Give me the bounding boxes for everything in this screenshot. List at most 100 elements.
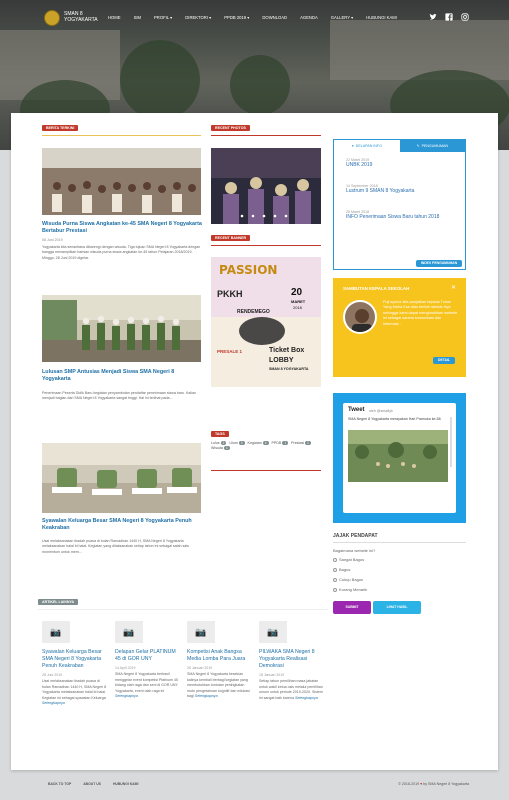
facebook-icon[interactable] <box>445 13 453 21</box>
tag-item[interactable]: Prestasi 2 <box>291 441 311 445</box>
announcement-title[interactable]: INFO Penerimaan Siswa Baru tahun 2018 <box>346 214 461 220</box>
welcome-title: SAMBUTAN KEPALA SEKOLAH <box>343 286 410 291</box>
camera-icon: 📷 <box>259 621 287 643</box>
poll-option[interactable]: Cukup Bagus <box>333 575 466 585</box>
tag-item[interactable]: Lulus 2 <box>211 441 227 445</box>
banner-title: PASSION <box>219 263 278 277</box>
option-label: Sangat Bagus <box>339 557 365 562</box>
announcement-item[interactable]: 14 September 2018 Lustrum 9 SMAN 8 Yogya… <box>346 184 461 194</box>
tag-item[interactable]: Ulum 3 <box>229 441 245 445</box>
article-excerpt: Usai melaksanakan ibadah puasa di bulan … <box>42 679 108 707</box>
post-title[interactable]: Wisuda Purna Siswa Angkatan ke-45 SMA Ne… <box>42 221 202 235</box>
tab-label: DELAPAN INFO <box>355 144 382 148</box>
event-banner[interactable]: PASSION PKKH 20 MARET 2018 RENDEMEGO PRE… <box>211 257 321 387</box>
post-image[interactable] <box>42 148 201 215</box>
instagram-icon[interactable] <box>461 13 469 21</box>
detail-button[interactable]: DETAIL <box>433 357 455 364</box>
section-rule <box>211 135 321 136</box>
radio-button[interactable] <box>333 578 337 582</box>
poll-option[interactable]: Sangat Bagus <box>333 555 466 565</box>
tag-item[interactable]: PPDB 1 <box>272 441 289 445</box>
close-icon[interactable]: ✕ <box>451 284 456 291</box>
menu-download[interactable]: DOWNLOAD <box>262 15 287 20</box>
announcement-item[interactable]: 28 Maret 2018 INFO Penerimaan Siswa Baru… <box>346 210 461 220</box>
post-title[interactable]: Lulusan SMP Antusias Menjadi Siswa SMA N… <box>42 369 202 383</box>
camera-icon: 📷 <box>42 621 70 643</box>
twitter-widget: Tweet oleh @sma8yk SMA Negeri 8 Yogyakar… <box>333 393 466 523</box>
section-label-recent-banner: RECENT BANNER <box>211 235 251 241</box>
recent-photo-slider[interactable] <box>211 148 321 224</box>
main-menu: HOME SIM PROFIL ▾ DIREKTORI ▾ PPDB 2019 … <box>108 15 410 20</box>
read-more-link[interactable]: Selengkapnya <box>115 694 138 698</box>
read-more-link[interactable]: Selengkapnya <box>42 701 65 705</box>
section-label-berita: BERITA TERKINI <box>42 125 79 131</box>
tag-count: 2 <box>305 441 311 445</box>
footer-link-about[interactable]: ABOUT US <box>83 782 101 786</box>
read-more-link[interactable]: Selengkapnya <box>295 696 318 700</box>
banner-ticket: Ticket Box <box>269 347 305 354</box>
article-date: 18 Januari 2019 <box>259 673 285 677</box>
post-excerpt: Penerimaan Peserta Didik Baru kegiatan p… <box>42 391 197 401</box>
tweet-label: Tweet <box>348 407 365 413</box>
footer-link-contact[interactable]: HUBUNGI KAMI <box>113 782 138 786</box>
post-image[interactable] <box>42 443 201 513</box>
tab-delapan-info[interactable]: ● DELAPAN INFO <box>334 140 400 152</box>
poll-widget: JAJAK PENDAPAT Bagaimana website ini? Sa… <box>333 533 466 614</box>
banner-venue: SMAN 8 YOGYAKARTA <box>269 367 309 371</box>
banner-artist <box>239 317 285 345</box>
vote-button[interactable]: SUBMIT <box>333 601 371 614</box>
radio-button[interactable] <box>333 568 337 572</box>
school-logo[interactable] <box>44 10 60 26</box>
post-title[interactable]: Syawalan Keluarga Besar SMA Negeri 8 Yog… <box>42 518 202 532</box>
read-more-link[interactable]: Selengkapnya <box>195 694 218 698</box>
announcement-title[interactable]: Lustrum 9 SMAN 8 Yogyakarta <box>346 188 461 194</box>
info-tab-box: ● DELAPAN INFO ✎ PENGUMUMAN 22 Maret 201… <box>333 139 466 270</box>
menu-gallery[interactable]: GALLERY ▾ <box>331 15 353 20</box>
poll-divider <box>333 542 466 543</box>
tweet-photo[interactable] <box>348 430 448 482</box>
radio-button[interactable] <box>333 558 337 562</box>
copyright: © 2018-2019 ♥ by SMA Negeri 8 Yogyakarta <box>398 782 469 786</box>
article-card[interactable]: 📷 Delapan Gelar PLATINUM 45 di GOR UNY 1… <box>115 621 181 700</box>
tag-item[interactable]: Kegiatan 4 <box>248 441 269 445</box>
copyright-year: © 2018-2019 <box>398 782 420 786</box>
article-title[interactable]: Kompetisi Anak Bangsa Media Lomba Para J… <box>187 649 253 663</box>
tab-pengumuman[interactable]: ✎ PENGUMUMAN <box>400 140 466 152</box>
menu-agenda[interactable]: AGENDA <box>300 15 318 20</box>
excerpt-text: Usai melaksanakan ibadah puasa di bulan … <box>42 679 107 700</box>
copyright-owner[interactable]: SMA Negeri 8 Yogyakarta <box>428 782 469 786</box>
navbar: SMAN 8 YOGYAKARTA HOME SIM PROFIL ▾ DIRE… <box>0 0 509 34</box>
menu-hubungi[interactable]: HUBUNGI KAMI <box>366 15 397 20</box>
article-card[interactable]: 📷 Kompetisi Anak Bangsa Media Lomba Para… <box>187 621 253 700</box>
menu-direktori[interactable]: DIREKTORI ▾ <box>185 15 211 20</box>
article-card[interactable]: 📷 Syawalan Keluarga Besar SMA Negeri 8 Y… <box>42 621 108 707</box>
tag-name: Ulum <box>229 441 238 445</box>
announcement-item[interactable]: 22 Maret 2019 UNBK 2019 <box>346 158 461 168</box>
menu-home[interactable]: HOME <box>108 15 121 20</box>
menu-sim[interactable]: SIM <box>134 15 141 20</box>
article-card[interactable]: 📷 PILWAKA SMA Negeri 8 Yogyakarta Realis… <box>259 621 325 701</box>
footer-link-top[interactable]: BACK TO TOP <box>48 782 71 786</box>
article-title[interactable]: PILWAKA SMA Negeri 8 Yogyakarta Realisas… <box>259 649 325 670</box>
results-button[interactable]: LIHAT HASIL <box>373 601 421 614</box>
tweet-handle[interactable]: oleh @sma8yk <box>369 409 393 413</box>
menu-profil[interactable]: PROFIL ▾ <box>154 15 172 20</box>
poll-title: JAJAK PENDAPAT <box>333 533 378 539</box>
announcement-title[interactable]: UNBK 2019 <box>346 162 461 168</box>
post-image[interactable] <box>42 295 201 362</box>
twitter-icon[interactable] <box>429 13 437 21</box>
brand-name[interactable]: SMAN 8 YOGYAKARTA <box>64 11 110 23</box>
menu-ppdb[interactable]: PPDB 2019 ▾ <box>224 15 249 20</box>
poll-option[interactable]: Bagus <box>333 565 466 575</box>
tweet-scrollbar[interactable] <box>450 417 452 467</box>
poll-option[interactable]: Kurang Menarik <box>333 585 466 595</box>
article-title[interactable]: Syawalan Keluarga Besar SMA Negeri 8 Yog… <box>42 649 108 670</box>
event-photo <box>211 148 321 224</box>
article-title[interactable]: Delapan Gelar PLATINUM 45 di GOR UNY <box>115 649 181 663</box>
banner-rende: RENDEMEGO <box>237 309 270 315</box>
tweet-card[interactable]: Tweet oleh @sma8yk SMA Negeri 8 Yogyakar… <box>343 403 456 513</box>
index-announcement-button[interactable]: INDEX PENGUMUMAN <box>416 260 462 267</box>
section-rule <box>42 135 201 136</box>
radio-button[interactable] <box>333 588 337 592</box>
tag-item[interactable]: Wisuda 1 <box>211 446 230 450</box>
